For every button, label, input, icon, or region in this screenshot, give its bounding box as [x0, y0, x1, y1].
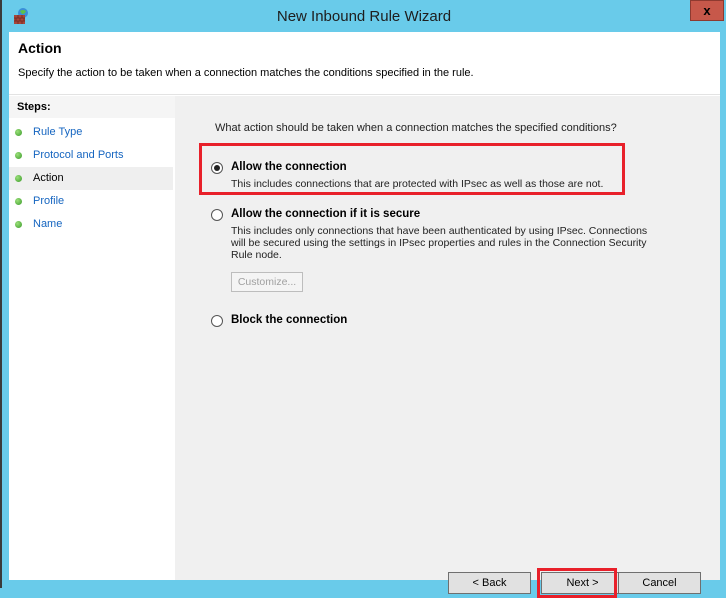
block-label[interactable]: Block the connection	[231, 314, 347, 326]
step-status-icon	[15, 221, 22, 228]
step-action[interactable]: Action	[9, 167, 173, 190]
title-bar[interactable]: New Inbound Rule Wizard x	[2, 0, 726, 32]
page-description: Specify the action to be taken when a co…	[18, 67, 474, 79]
allow-if-secure-description: This includes only connections that have…	[231, 225, 648, 261]
allow-if-secure-radio[interactable]	[211, 209, 223, 221]
allow-label[interactable]: Allow the connection	[231, 161, 347, 173]
step-label: Action	[33, 172, 64, 184]
steps-title: Steps:	[9, 96, 175, 118]
allow-if-secure-label[interactable]: Allow the connection if it is secure	[231, 208, 420, 220]
wizard-header: Action Specify the action to be taken wh…	[9, 32, 720, 95]
step-label: Rule Type	[33, 126, 83, 138]
step-status-icon	[15, 152, 22, 159]
window-title: New Inbound Rule Wizard	[276, 8, 452, 25]
customize-button: Customize...	[231, 272, 303, 292]
wizard-client-area: Action Specify the action to be taken wh…	[9, 32, 720, 598]
close-button[interactable]: x	[690, 0, 724, 21]
page-title: Action	[18, 40, 62, 56]
step-status-icon	[15, 129, 22, 136]
step-rule-type[interactable]: Rule Type	[9, 121, 173, 144]
action-question: What action should be taken when a conne…	[215, 122, 617, 134]
step-profile[interactable]: Profile	[9, 190, 173, 213]
step-label: Name	[33, 218, 63, 230]
steps-panel: Steps: Rule Type Protocol and Ports Acti…	[9, 96, 177, 580]
step-status-icon	[15, 175, 22, 182]
cancel-button[interactable]: Cancel	[618, 572, 701, 594]
step-status-icon	[15, 198, 22, 205]
close-icon: x	[703, 3, 711, 18]
wizard-window: New Inbound Rule Wizard x Action Specify…	[0, 0, 726, 598]
back-button[interactable]: < Back	[448, 572, 531, 594]
allow-radio[interactable]	[211, 162, 223, 174]
step-label: Protocol and Ports	[33, 149, 124, 161]
step-label: Profile	[33, 195, 65, 207]
allow-description: This includes connections that are prote…	[231, 178, 604, 190]
step-name[interactable]: Name	[9, 213, 173, 236]
block-radio[interactable]	[211, 315, 223, 327]
main-panel: What action should be taken when a conne…	[177, 96, 720, 598]
step-protocol-and-ports[interactable]: Protocol and Ports	[9, 144, 173, 167]
next-button[interactable]: Next >	[541, 572, 624, 594]
